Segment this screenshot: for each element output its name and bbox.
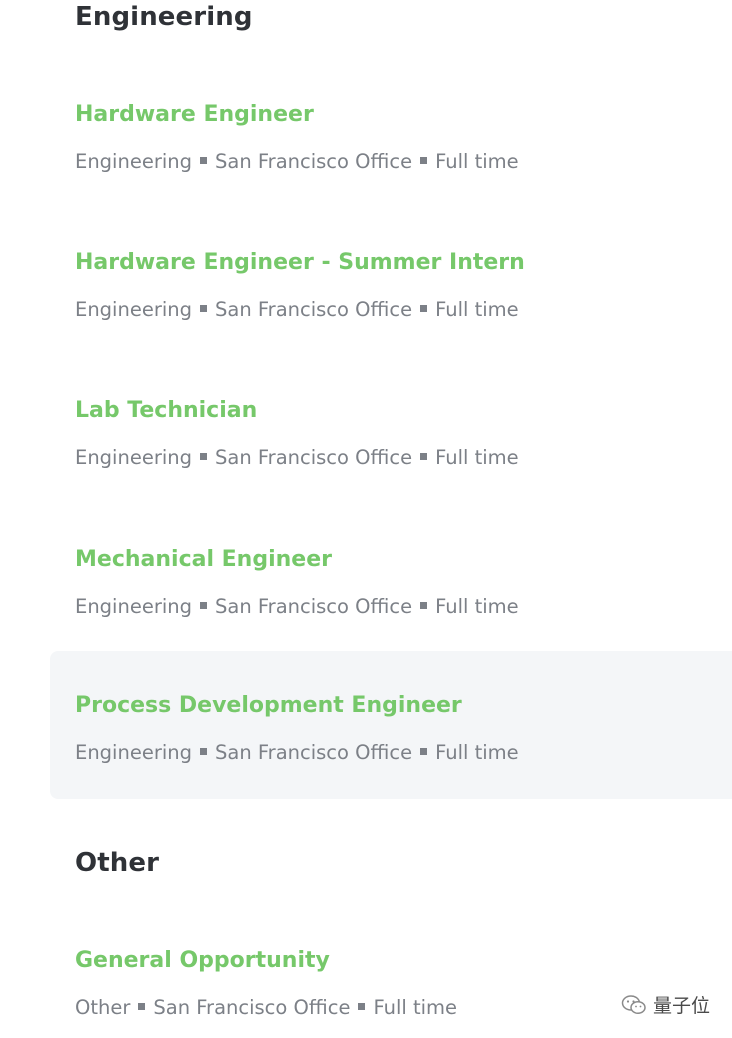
posting-title[interactable]: Hardware Engineer — [75, 102, 314, 127]
separator-icon — [200, 453, 207, 460]
posting-commitment: Full time — [435, 595, 519, 618]
posting-title[interactable]: General Opportunity — [75, 948, 330, 973]
posting-team: Engineering — [75, 298, 192, 321]
separator-icon — [200, 602, 207, 609]
posting-meta: Other San Francisco Office Full time — [75, 996, 457, 1019]
posting-title[interactable]: Mechanical Engineer — [75, 547, 332, 572]
posting-commitment: Full time — [435, 741, 519, 764]
watermark: 量子位 — [621, 991, 710, 1018]
separator-icon — [420, 748, 428, 755]
wechat-icon — [621, 994, 646, 1014]
separator-icon — [138, 1003, 146, 1010]
posting-general-opportunity[interactable]: General Opportunity Other San Francisco O… — [50, 906, 732, 1038]
posting-lab-technician[interactable]: Lab Technician Engineering San Francisco … — [50, 356, 732, 504]
posting-location: San Francisco Office — [153, 996, 351, 1019]
posting-meta: Engineering San Francisco Office Full time — [75, 741, 519, 764]
posting-location: San Francisco Office — [215, 298, 413, 321]
separator-icon — [420, 157, 428, 164]
posting-location: San Francisco Office — [215, 150, 413, 173]
careers-page: Engineering Hardware Engineer Engineerin… — [0, 0, 732, 1038]
watermark-text: 量子位 — [652, 995, 710, 1017]
posting-team: Engineering — [75, 446, 192, 469]
posting-team: Engineering — [75, 741, 192, 764]
posting-team: Other — [75, 996, 131, 1019]
separator-icon — [420, 305, 428, 312]
separator-icon — [200, 748, 207, 755]
posting-hardware-engineer-summer-intern[interactable]: Hardware Engineer - Summer Intern Engine… — [50, 208, 732, 356]
posting-location: San Francisco Office — [215, 741, 413, 764]
posting-process-development-engineer[interactable]: Process Development Engineer Engineering… — [50, 651, 732, 799]
section-title-engineering: Engineering — [75, 2, 253, 32]
separator-icon — [200, 305, 207, 312]
separator-icon — [420, 453, 428, 460]
posting-commitment: Full time — [373, 996, 458, 1019]
posting-meta: Engineering San Francisco Office Full time — [75, 150, 519, 173]
posting-commitment: Full time — [435, 150, 519, 173]
posting-meta: Engineering San Francisco Office Full time — [75, 595, 519, 618]
posting-team: Engineering — [75, 150, 192, 173]
posting-title[interactable]: Hardware Engineer - Summer Intern — [75, 250, 525, 275]
posting-commitment: Full time — [435, 446, 519, 469]
posting-hardware-engineer[interactable]: Hardware Engineer Engineering San Francis… — [50, 60, 732, 208]
posting-location: San Francisco Office — [215, 595, 413, 618]
posting-commitment: Full time — [435, 298, 519, 321]
posting-mechanical-engineer[interactable]: Mechanical Engineer Engineering San Franc… — [50, 505, 732, 653]
separator-icon — [200, 157, 207, 164]
posting-meta: Engineering San Francisco Office Full time — [75, 446, 519, 469]
separator-icon — [420, 602, 428, 609]
posting-team: Engineering — [75, 595, 192, 618]
posting-title[interactable]: Process Development Engineer — [75, 693, 462, 718]
posting-location: San Francisco Office — [215, 446, 413, 469]
section-title-other: Other — [75, 848, 159, 878]
separator-icon — [358, 1003, 366, 1010]
posting-title[interactable]: Lab Technician — [75, 398, 257, 423]
posting-meta: Engineering San Francisco Office Full time — [75, 298, 519, 321]
